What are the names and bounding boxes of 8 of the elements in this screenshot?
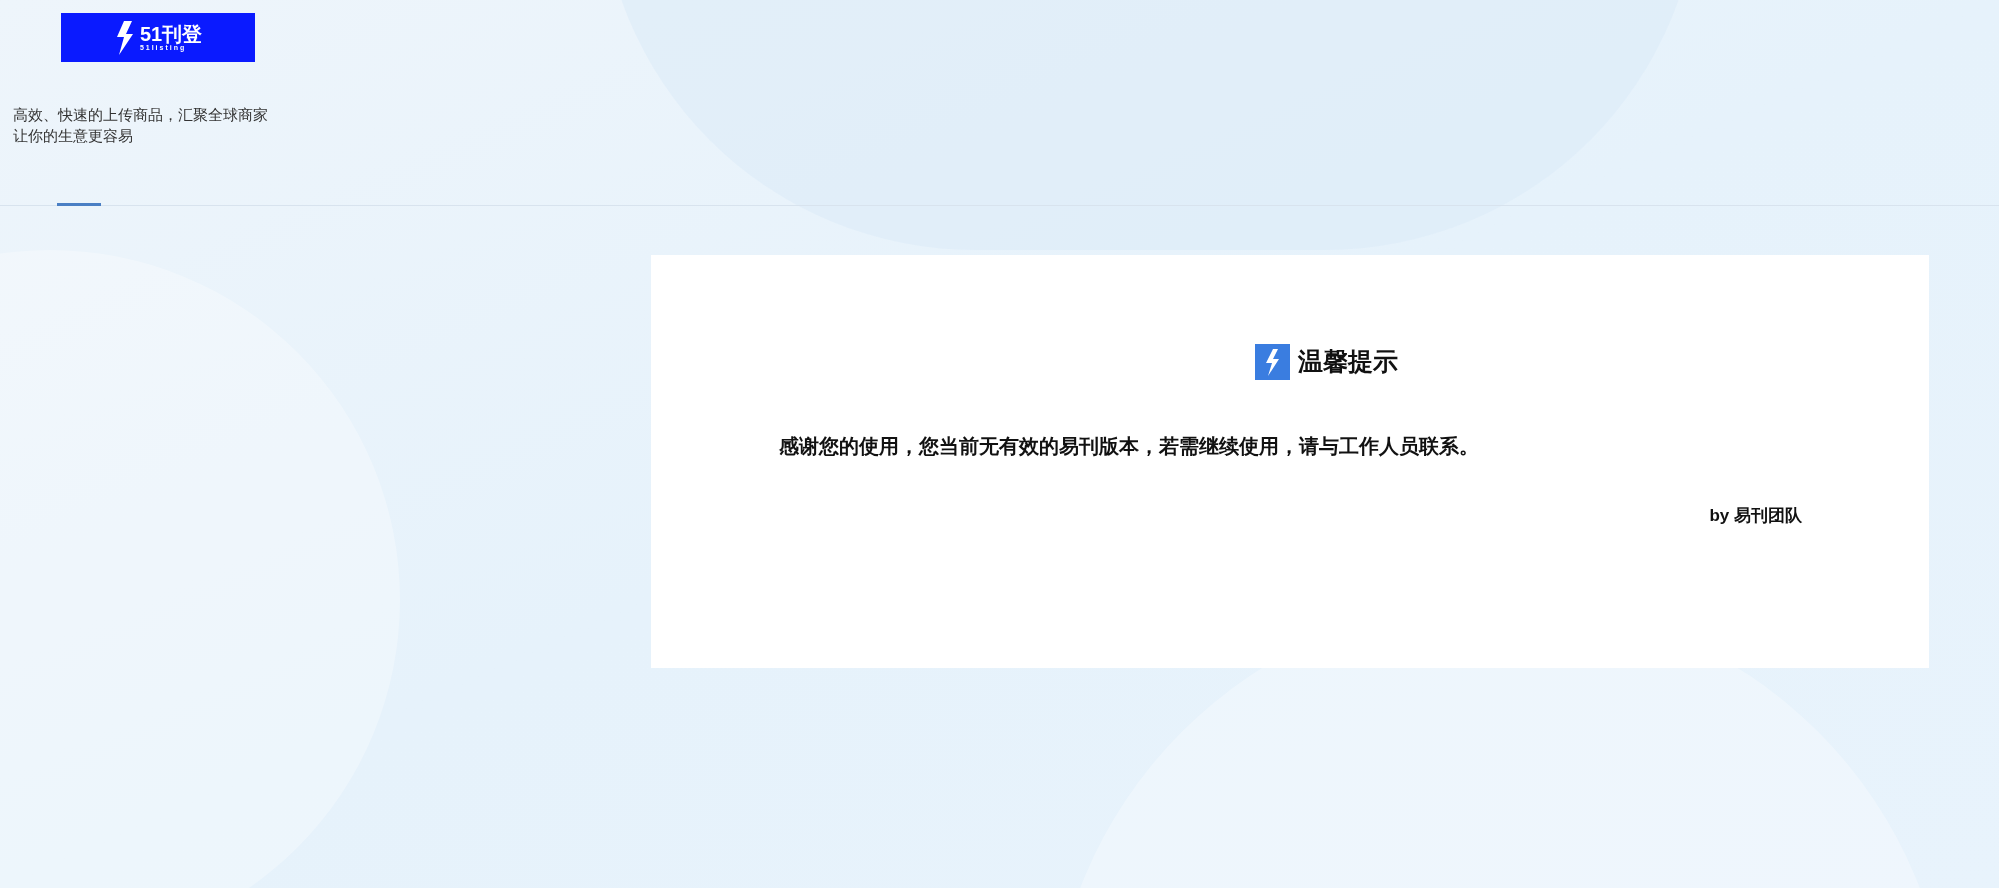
tab-indicator bbox=[57, 203, 101, 206]
tagline-text: 高效、快速的上传商品，汇聚全球商家 bbox=[13, 105, 269, 125]
tagline-text: 让你的生意更容易 bbox=[13, 126, 134, 146]
dialog-message: 感谢您的使用，您当前无有效的易刊版本，若需继续使用，请与工作人员联系。 bbox=[779, 433, 1480, 459]
dialog-title: 温馨提示 bbox=[1297, 346, 1398, 377]
logo-text: 51刊登 bbox=[139, 24, 203, 44]
signature: by 易刊团队 bbox=[1709, 504, 1802, 527]
lightning-icon bbox=[1254, 343, 1290, 380]
